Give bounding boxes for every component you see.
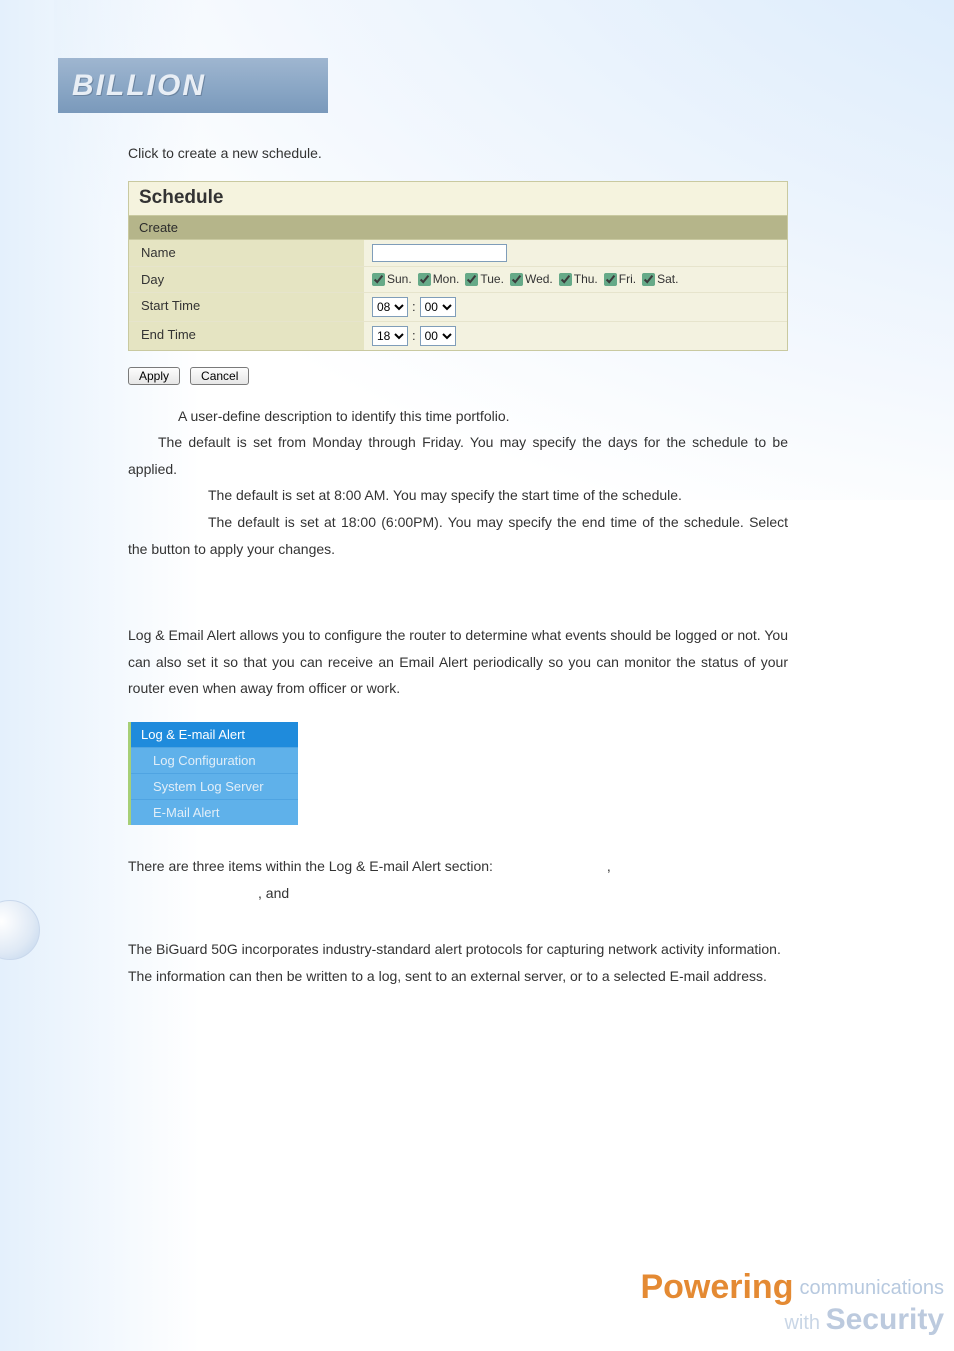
footer-powering: Powering bbox=[640, 1268, 793, 1306]
day-checkbox[interactable] bbox=[642, 273, 655, 286]
menu-header[interactable]: Log & E-mail Alert bbox=[131, 722, 298, 747]
logalert-items-line: There are three items within the Log & E… bbox=[128, 853, 788, 906]
end-min-select[interactable]: 00 bbox=[420, 326, 456, 346]
day-option[interactable]: Thu. bbox=[559, 272, 598, 286]
intro-suffix: to create a new schedule. bbox=[162, 145, 322, 161]
def-name: A user-define description to identify th… bbox=[178, 408, 510, 424]
start-min-select[interactable]: 00 bbox=[420, 297, 456, 317]
row-day: Day Sun. Mon. Tue. Wed. Thu. Fri. Sat. bbox=[129, 267, 787, 293]
day-option[interactable]: Fri. bbox=[604, 272, 636, 286]
items-comma: , bbox=[607, 858, 611, 874]
day-label: Sat. bbox=[657, 272, 678, 286]
items-and: , and bbox=[258, 885, 289, 901]
menu-item-system-log-server[interactable]: System Log Server bbox=[131, 773, 298, 799]
day-checkbox[interactable] bbox=[604, 273, 617, 286]
row-name: Name bbox=[129, 240, 787, 267]
logalert-menu: Log & E-mail Alert Log Configuration Sys… bbox=[128, 722, 298, 825]
day-cell: Sun. Mon. Tue. Wed. Thu. Fri. Sat. bbox=[364, 267, 787, 292]
day-checkbox[interactable] bbox=[372, 273, 385, 286]
day-checkbox[interactable] bbox=[418, 273, 431, 286]
day-checkbox[interactable] bbox=[465, 273, 478, 286]
schedule-panel: Schedule Create Name Day Sun. Mon. Tue. … bbox=[128, 181, 788, 351]
label-end-time: End Time bbox=[129, 322, 364, 350]
time-separator: : bbox=[412, 328, 416, 343]
name-input[interactable] bbox=[372, 244, 507, 262]
def-day: The default is set from Monday through F… bbox=[128, 434, 788, 477]
day-label: Mon. bbox=[433, 272, 460, 286]
definitions: A user-define description to identify th… bbox=[128, 403, 788, 563]
end-hour-select[interactable]: 18 bbox=[372, 326, 408, 346]
day-label: Tue. bbox=[480, 272, 504, 286]
logalert-paragraph: Log & Email Alert allows you to configur… bbox=[128, 622, 788, 702]
day-label: Thu. bbox=[574, 272, 598, 286]
footer-tagline: Powering communications with Security bbox=[640, 1268, 944, 1337]
biguard-paragraph: The BiGuard 50G incorporates industry-st… bbox=[128, 936, 788, 989]
day-checkbox[interactable] bbox=[510, 273, 523, 286]
cancel-button[interactable]: Cancel bbox=[190, 367, 249, 385]
row-end-time: End Time 18 : 00 bbox=[129, 322, 787, 350]
day-option[interactable]: Sun. bbox=[372, 272, 412, 286]
start-hour-select[interactable]: 08 bbox=[372, 297, 408, 317]
time-separator: : bbox=[412, 299, 416, 314]
day-checkbox[interactable] bbox=[559, 273, 572, 286]
day-label: Fri. bbox=[619, 272, 636, 286]
day-option[interactable]: Tue. bbox=[465, 272, 504, 286]
label-day: Day bbox=[129, 267, 364, 292]
day-option[interactable]: Mon. bbox=[418, 272, 460, 286]
menu-item-email-alert[interactable]: E-Mail Alert bbox=[131, 799, 298, 825]
day-label: Sun. bbox=[387, 272, 412, 286]
label-name: Name bbox=[129, 240, 364, 266]
schedule-subtitle: Create bbox=[129, 216, 787, 240]
logo-banner: BILLION bbox=[58, 58, 328, 113]
day-label: Wed. bbox=[525, 272, 553, 286]
items-pre: There are three items within the Log & E… bbox=[128, 858, 497, 874]
button-row: Apply Cancel bbox=[128, 367, 788, 385]
footer-with: with bbox=[784, 1312, 825, 1334]
day-option[interactable]: Sat. bbox=[642, 272, 678, 286]
logo-text: BILLION bbox=[72, 69, 206, 103]
footer-security: Security bbox=[826, 1303, 944, 1336]
day-option[interactable]: Wed. bbox=[510, 272, 553, 286]
def-end-post: button to apply your changes. bbox=[151, 541, 335, 557]
intro-prefix: Click bbox=[128, 145, 162, 161]
schedule-title: Schedule bbox=[129, 182, 787, 216]
def-start: The default is set at 8:00 AM. You may s… bbox=[208, 487, 682, 503]
apply-button[interactable]: Apply bbox=[128, 367, 180, 385]
row-start-time: Start Time 08 : 00 bbox=[129, 293, 787, 322]
label-start-time: Start Time bbox=[129, 293, 364, 321]
footer-communications: communications bbox=[799, 1277, 944, 1299]
intro-line: Click to create a new schedule. bbox=[128, 140, 788, 167]
menu-item-log-configuration[interactable]: Log Configuration bbox=[131, 747, 298, 773]
